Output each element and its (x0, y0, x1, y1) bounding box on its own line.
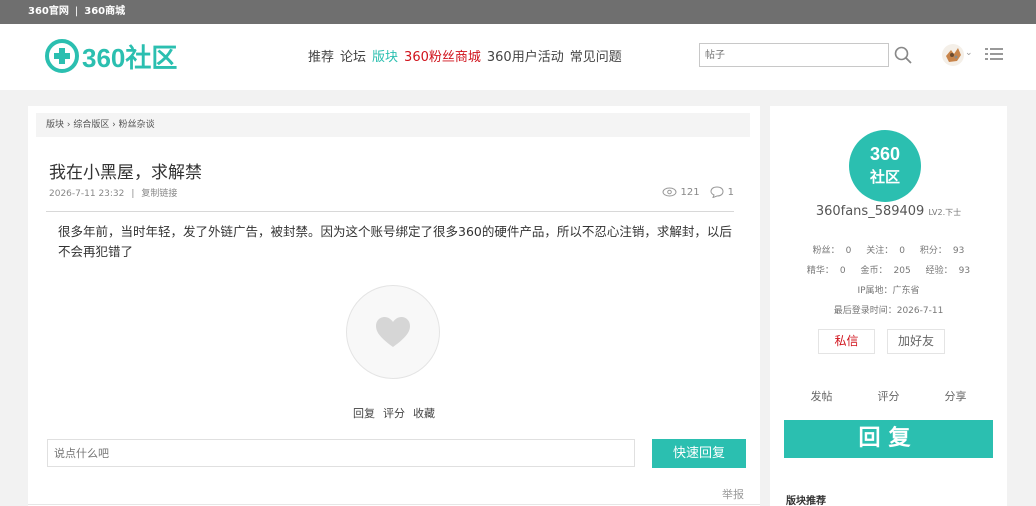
exp-label: 经验： (925, 266, 953, 276)
logo-text: 360社区 (82, 42, 178, 73)
board-recommend-heading: 版块推荐 (786, 496, 826, 506)
author-sidebar: 360 社区 360fans_589409 LV2.下士 粉丝： 0 关注： 0 积… (770, 106, 1007, 506)
link-360-mall[interactable]: 360商城 (84, 0, 125, 24)
nav-forum[interactable]: 论坛 (340, 46, 366, 65)
exp-stat: 经验： 93 (923, 266, 973, 276)
post-card: 版块 › 综合版区 › 粉丝杂谈 我在小黑屋，求解禁 2026-7-11 23:… (28, 106, 760, 506)
breadcrumb[interactable]: 版块 › 综合版区 › 粉丝杂谈 (36, 113, 750, 137)
elite-label: 精华： (806, 266, 834, 276)
post-meta: 2026-7-11 23:32 | 复制链接 (49, 186, 177, 199)
bottom-divider (28, 504, 760, 505)
search-input[interactable] (705, 44, 888, 66)
stats-row-1: 粉丝： 0 关注： 0 积分： 93 (770, 243, 1007, 256)
follow-stat: 关注： 0 (863, 246, 908, 256)
ip-value: 广东省 (892, 286, 920, 296)
rate-action[interactable]: 评分 (383, 407, 405, 420)
exp-value: 93 (958, 266, 971, 276)
coins-stat: 金币： 205 (858, 266, 914, 276)
points-stat: 积分： 93 (917, 246, 967, 256)
username[interactable]: 360fans_589409 (816, 204, 925, 219)
tab-ratings[interactable]: 评分 (878, 388, 900, 404)
eye-icon (662, 187, 677, 197)
search-box (699, 43, 889, 67)
post-stats: 121 1 (662, 186, 734, 198)
ip-location: IP属地：广东省 (770, 283, 1007, 296)
report-link[interactable]: 举报 (722, 486, 744, 502)
post-actions: 回复 评分 收藏 (28, 405, 760, 421)
list-menu-icon[interactable] (985, 46, 1003, 62)
plus-circle-logo-icon (45, 39, 79, 73)
view-count: 121 (680, 186, 700, 198)
reply-input[interactable] (47, 439, 635, 467)
comment-icon (710, 186, 724, 198)
fans-stat: 粉丝： 0 (810, 246, 855, 256)
user-level: LV2.下士 (928, 208, 962, 217)
reply-action[interactable]: 回复 (353, 407, 375, 420)
chevron-down-icon[interactable]: ⌄ (965, 48, 973, 58)
coins-value: 205 (893, 266, 911, 276)
copy-link-button[interactable]: 复制链接 (141, 189, 177, 199)
avatar-line-2: 社区 (869, 169, 900, 186)
add-friend-button[interactable]: 加好友 (887, 329, 945, 354)
sidebar-tabs: 发帖 评分 分享 (770, 388, 1007, 404)
fans-label: 粉丝： (812, 246, 840, 256)
favorite-action[interactable]: 收藏 (413, 407, 435, 420)
stats-row-2: 精华： 0 金币： 205 经验： 93 (770, 263, 1007, 276)
nav-fan-mall[interactable]: 360粉丝商城 (404, 46, 481, 65)
nav-faq[interactable]: 常见问题 (570, 46, 622, 65)
follow-label: 关注： (866, 246, 894, 256)
link-360-official[interactable]: 360官网 (28, 0, 69, 24)
last-login-value: 2026-7-11 (896, 306, 944, 316)
big-reply-button[interactable]: 回复 (784, 420, 993, 458)
last-login-label: 最后登录时间： (833, 306, 897, 316)
coins-label: 金币： (860, 266, 888, 276)
nav-recommend[interactable]: 推荐 (308, 46, 334, 65)
points-value: 93 (952, 246, 965, 256)
heart-icon (376, 317, 410, 347)
post-title: 我在小黑屋，求解禁 (49, 163, 202, 183)
ip-label: IP属地： (857, 286, 893, 296)
post-content: 很多年前，当时年轻，发了外链广告，被封禁。因为这个账号绑定了很多360的硬件产品… (58, 224, 732, 259)
meta-separator: | (131, 189, 135, 199)
author-avatar[interactable]: 360 社区 (849, 130, 921, 202)
tab-shares[interactable]: 分享 (945, 388, 967, 404)
nav-boards[interactable]: 版块 (372, 46, 398, 65)
author-name[interactable]: 360fans_589409 LV2.下士 (770, 204, 1007, 219)
points-label: 积分： (919, 246, 947, 256)
site-header: 360社区 推荐 论坛 版块 360粉丝商城 360用户活动 常见问题 ⌄ (0, 24, 1036, 90)
follow-value: 0 (899, 246, 906, 256)
elite-value: 0 (839, 266, 846, 276)
main-nav: 推荐 论坛 版块 360粉丝商城 360用户活动 常见问题 (308, 46, 622, 65)
like-button[interactable] (346, 285, 440, 379)
nav-user-events[interactable]: 360用户活动 (487, 46, 564, 65)
user-avatar-icon[interactable] (940, 42, 966, 68)
last-login: 最后登录时间：2026-7-11 (770, 303, 1007, 316)
post-date: 2026-7-11 23:32 (49, 189, 125, 199)
search-icon[interactable] (893, 45, 913, 65)
fans-value: 0 (845, 246, 852, 256)
topbar-separator: | (74, 6, 79, 17)
elite-stat: 精华： 0 (804, 266, 849, 276)
avatar-line-1: 360 (869, 144, 901, 164)
tab-posts[interactable]: 发帖 (811, 388, 833, 404)
quick-reply-button[interactable]: 快速回复 (652, 439, 746, 468)
site-logo[interactable]: 360社区 (44, 38, 177, 74)
reply-count: 1 (727, 186, 734, 198)
top-bar: 360官网 | 360商城 (0, 0, 1036, 24)
private-message-button[interactable]: 私信 (818, 329, 875, 354)
title-divider (46, 211, 734, 212)
